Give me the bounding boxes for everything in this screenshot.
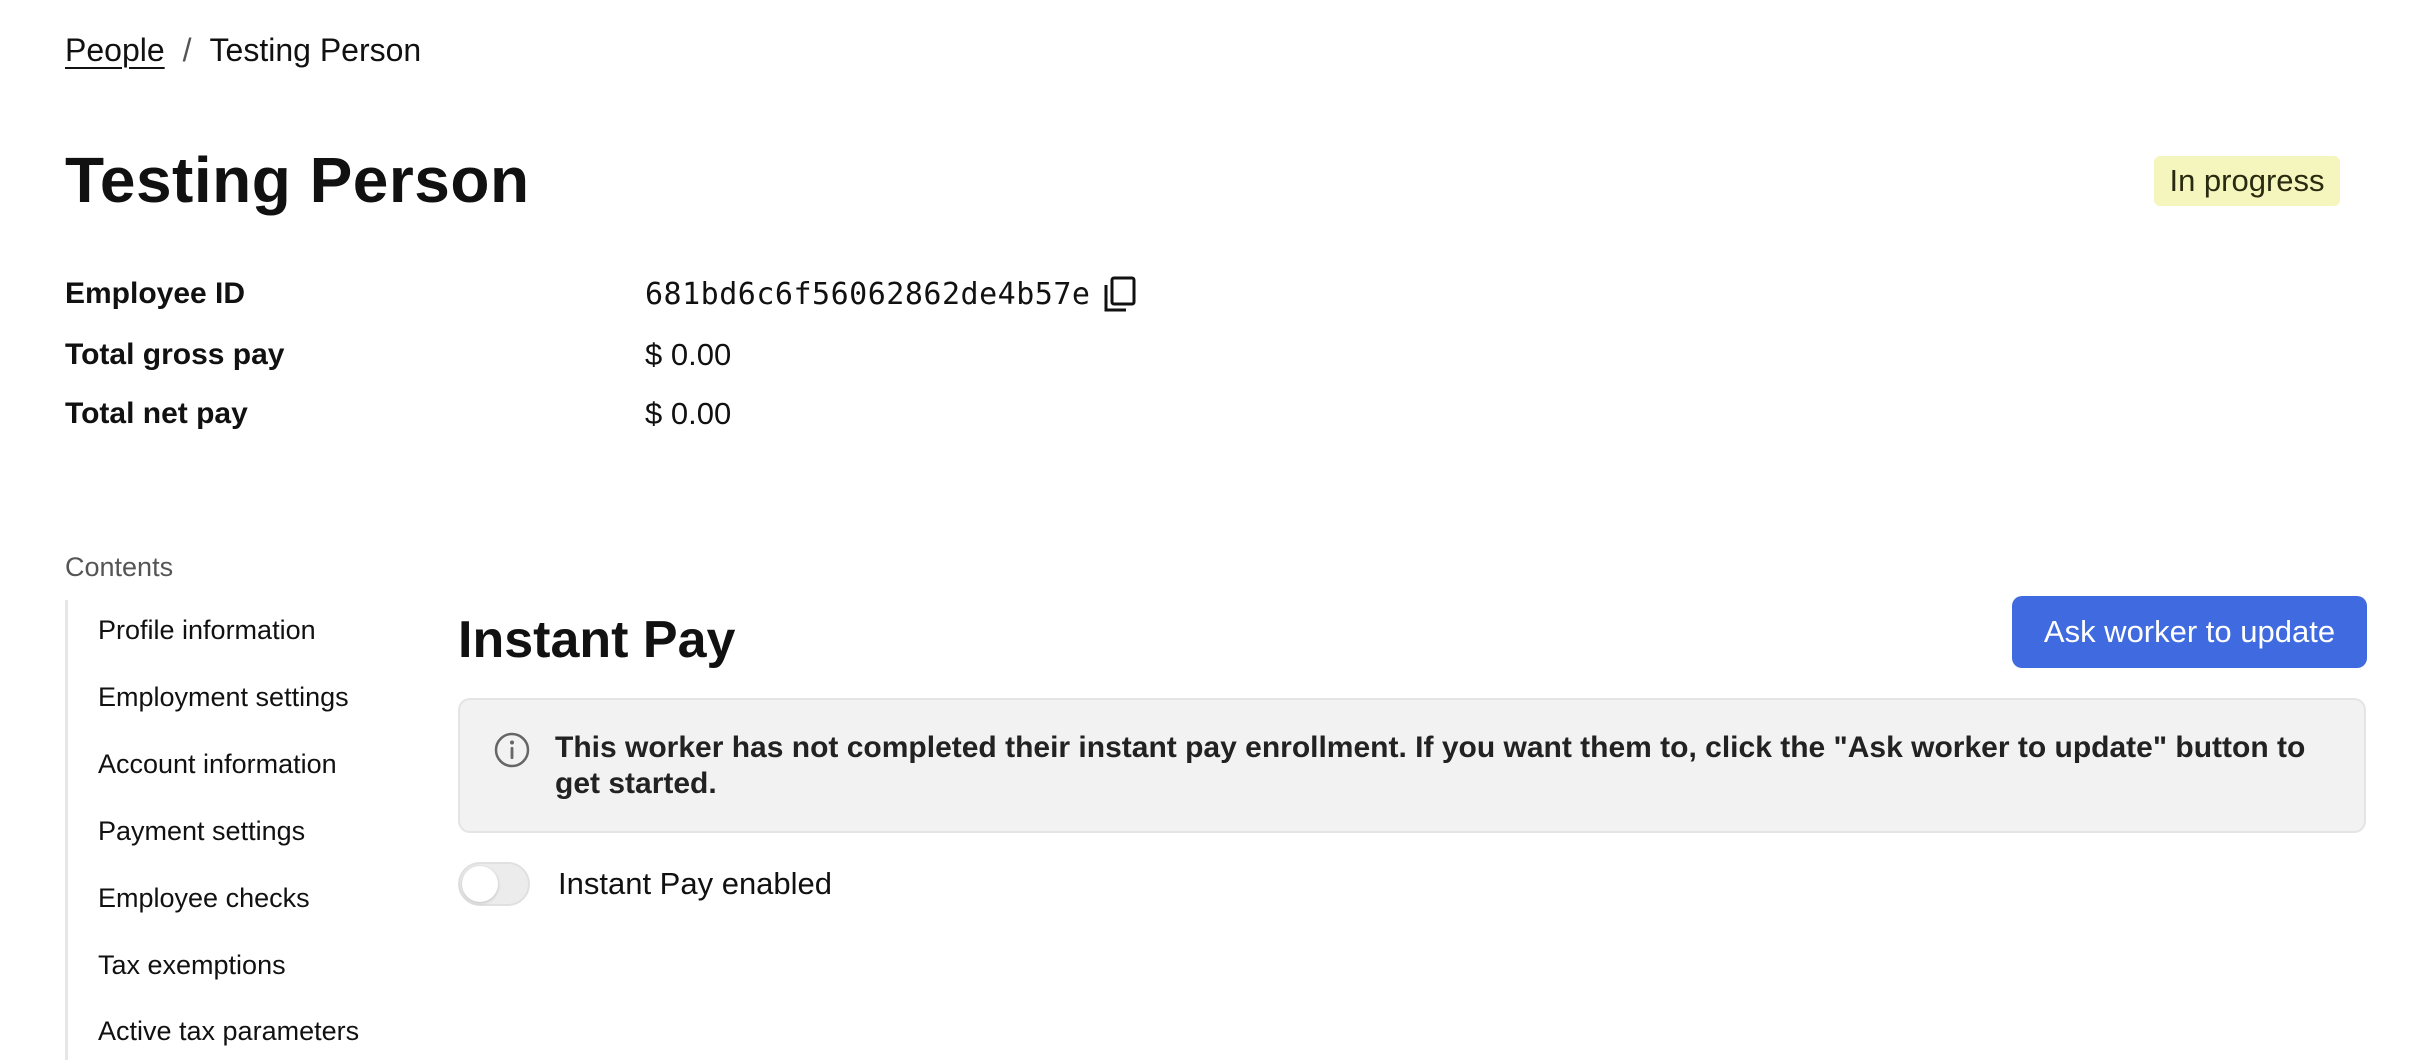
employee-id-value: 681bd6c6f56062862de4b57e <box>645 276 1091 312</box>
breadcrumb-separator: / <box>182 32 192 68</box>
instant-pay-toggle-label: Instant Pay enabled <box>558 866 833 901</box>
gross-pay-row: Total gross pay $ 0.00 <box>65 333 731 377</box>
ask-worker-to-update-button[interactable]: Ask worker to update <box>2012 596 2367 668</box>
breadcrumb: People / Testing Person <box>65 30 421 70</box>
contents-nav: Profile information Employment settings … <box>65 600 428 1060</box>
net-pay-value: $ 0.00 <box>645 396 732 431</box>
instant-pay-toggle[interactable] <box>458 862 530 906</box>
net-pay-label: Total net pay <box>65 397 248 430</box>
toggle-knob <box>462 866 498 902</box>
notice-text: This worker has not completed their inst… <box>555 731 2306 800</box>
contents-item-active-tax-parameters[interactable]: Active tax parameters <box>98 1016 359 1047</box>
contents-heading: Contents <box>65 552 174 582</box>
employee-id-label: Employee ID <box>65 277 246 310</box>
employee-id-value-wrap: 681bd6c6f56062862de4b57e <box>645 275 1138 313</box>
gross-pay-label: Total gross pay <box>65 338 285 371</box>
breadcrumb-current: Testing Person <box>209 32 422 68</box>
info-icon <box>494 732 530 768</box>
net-pay-row: Total net pay $ 0.00 <box>65 392 731 436</box>
contents-item-payment-settings[interactable]: Payment settings <box>98 816 305 847</box>
status-badge: In progress <box>2154 156 2340 206</box>
contents-item-tax-exemptions[interactable]: Tax exemptions <box>98 950 286 981</box>
gross-pay-value: $ 0.00 <box>645 337 732 372</box>
breadcrumb-people-link[interactable]: People <box>65 30 165 70</box>
contents-item-employment-settings[interactable]: Employment settings <box>98 682 349 713</box>
contents-item-profile-information[interactable]: Profile information <box>98 615 316 646</box>
instant-pay-title: Instant Pay <box>458 611 736 669</box>
page-title: Testing Person <box>65 144 530 216</box>
person-detail-page: People / Testing Person Testing Person I… <box>0 0 2422 1060</box>
instant-pay-notice: This worker has not completed their inst… <box>458 698 2366 833</box>
copy-icon[interactable] <box>1102 275 1138 313</box>
employee-id-row: Employee ID 681bd6c6f56062862de4b57e <box>65 272 1138 316</box>
contents-item-account-information[interactable]: Account information <box>98 749 337 780</box>
contents-item-employee-checks[interactable]: Employee checks <box>98 883 310 914</box>
instant-pay-toggle-row: Instant Pay enabled <box>458 862 832 906</box>
